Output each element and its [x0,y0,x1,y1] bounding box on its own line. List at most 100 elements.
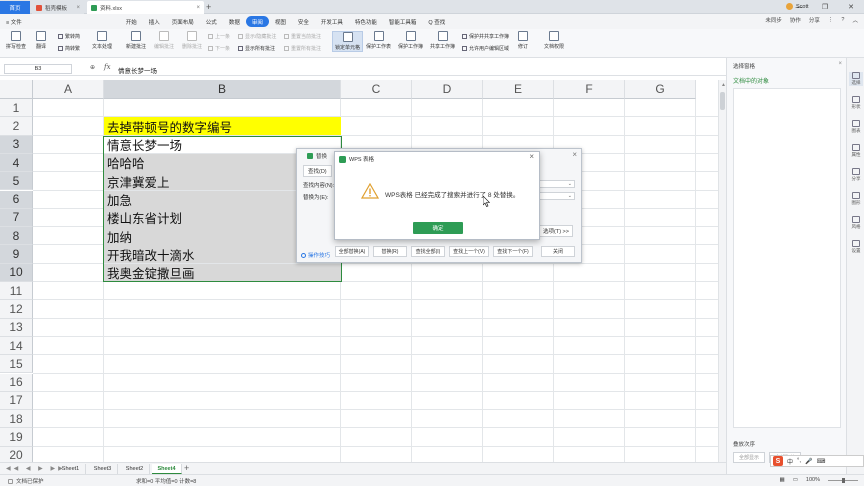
column-header-E[interactable]: E [483,80,554,99]
ime-keyboard-icon[interactable]: ⌨ [817,458,826,465]
find-prev-button[interactable]: 查找上一个(V) [449,246,489,257]
replace-button[interactable]: 替换(R) [373,246,407,257]
cell-B2[interactable]: 去掉带顿号的数字编号 [104,117,341,136]
menu-item-6[interactable]: 视图 [269,16,292,27]
tab-find[interactable]: 查找(D) [303,165,332,177]
menu-file[interactable]: ≡ 文件 [0,16,28,27]
menu-item-11[interactable]: Q 查找 [422,16,451,27]
select-all-corner[interactable] [0,80,33,99]
protect-share-button[interactable]: 保护并共享工作簿 [462,33,509,40]
prev-comment-button[interactable]: 上一条 [208,33,230,40]
zoom-level[interactable]: 100% [806,477,820,483]
column-header-G[interactable]: G [625,80,696,99]
normal-view-icon[interactable]: ▦ [780,477,785,483]
sidebar-item-4[interactable]: 分享 [849,168,863,182]
menu-item-3[interactable]: 公式 [200,16,223,27]
protect-sheet-button[interactable]: 保护工作表 [366,31,391,50]
close-window-button[interactable]: ✕ [838,0,864,14]
page-view-icon[interactable]: ▭ [793,477,798,483]
ime-toolbar[interactable]: S 中 °, 🎤 ⌨ [770,455,864,467]
ime-punct-icon[interactable]: °, [797,458,801,464]
find-next-button[interactable]: 查找下一个(F) [493,246,533,257]
row-header-16[interactable]: 16 [0,373,33,392]
delete-comment-button[interactable]: 删除批注 [182,31,202,50]
menu-item-5[interactable]: 审阅 [245,16,269,27]
column-header-B[interactable]: B [104,80,341,99]
maximize-button[interactable]: ❐ [812,0,838,14]
menu-item-2[interactable]: 页面布局 [166,16,200,27]
close-button[interactable]: 关闭 [541,246,575,257]
help-icon[interactable]: ? [841,17,844,23]
column-header-D[interactable]: D [412,80,483,99]
sidebar-item-7[interactable]: 设置 [849,240,863,254]
row-header-12[interactable]: 12 [0,300,33,319]
tab-home[interactable]: 首页 [0,1,30,14]
close-icon[interactable]: × [76,5,80,11]
row-header-3[interactable]: 3 [0,135,33,154]
protect-book-button[interactable]: 保护工作簿 [398,31,423,50]
vertical-scrollbar[interactable]: ▲ [718,80,726,462]
column-header-A[interactable]: A [33,80,104,99]
tips-link[interactable]: 操作技巧 [308,251,330,259]
menu-item-7[interactable]: 安全 [292,16,315,27]
show-all-comments-button[interactable]: 显示所有批注 [238,45,275,52]
row-header-19[interactable]: 19 [0,428,33,447]
text-process-button[interactable]: 文本处理 [92,31,112,50]
edit-comment-button[interactable]: 编辑批注 [154,31,174,50]
doc-permission-button[interactable]: 文档权限 [544,31,564,50]
next-comment-button[interactable]: 下一条 [208,45,230,52]
add-sheet-button[interactable]: + [184,463,189,473]
row-header-11[interactable]: 11 [0,282,33,301]
minimize-button[interactable]: — [786,0,812,14]
row-header-6[interactable]: 6 [0,190,33,209]
t2s-button[interactable]: 简转繁 [58,45,80,52]
translate-button[interactable]: 翻译 [36,31,46,50]
spreadsheet-grid[interactable]: A B C D E F G 1 2 3 4 5 6 7 8 9 10 11 12 13 14 15 16 17 18 19 20 去掉… [0,80,718,465]
reset-all-comments-button[interactable]: 重置所有批注 [284,45,321,52]
collapse-icon[interactable]: ︿ [852,16,858,24]
allow-edit-range-button[interactable]: 允许用户编辑区域 [462,45,509,52]
track-changes-button[interactable]: 修订 [518,31,528,50]
new-comment-button[interactable]: 新建批注 [126,31,146,50]
show-hide-comment-button[interactable]: 显示/隐藏批注 [238,33,276,40]
close-icon[interactable]: × [838,61,842,67]
sidebar-item-3[interactable]: 属性 [849,144,863,158]
new-tab-button[interactable]: + [206,2,211,12]
options-button[interactable]: 选项(T) >> [539,225,573,237]
row-header-2[interactable]: 2 [0,117,33,136]
menu-item-1[interactable]: 插入 [143,16,166,27]
ok-button[interactable]: 确定 [413,222,463,234]
row-header-15[interactable]: 15 [0,355,33,374]
row-header-14[interactable]: 14 [0,336,33,356]
sidebar-item-6[interactable]: 风格 [849,216,863,230]
replace-all-button[interactable]: 全部替换(A) [335,246,369,257]
spell-check-button[interactable]: 拼写检查 [6,31,26,50]
menu-item-8[interactable]: 开发工具 [315,16,349,27]
coop-button[interactable]: 协作 [790,16,801,24]
menu-item-10[interactable]: 智能工具箱 [383,16,423,27]
sidebar-item-2[interactable]: 图表 [849,120,863,134]
formula-input[interactable]: 情意长梦一场 [118,65,157,75]
sheet-tab-sheet4[interactable]: Sheet4 [152,464,182,474]
sidebar-item-5[interactable]: 图形 [849,192,863,206]
s2t-button[interactable]: 繁转简 [58,33,80,40]
sheet-tab-sheet3[interactable]: Sheet3 [88,464,118,474]
row-header-17[interactable]: 17 [0,391,33,411]
share-button[interactable]: 分享 [809,16,820,24]
fx-icon[interactable]: fx [104,63,111,71]
tab-template[interactable]: 稻壳模板 × [32,1,84,14]
ime-mic-icon[interactable]: 🎤 [805,458,812,465]
column-header-F[interactable]: F [554,80,625,99]
row-header-8[interactable]: 8 [0,227,33,246]
ime-mode[interactable]: 中 [787,457,793,466]
row-header-1[interactable]: 1 [0,99,33,118]
more-icon[interactable]: ⋮ [828,17,834,23]
menu-item-9[interactable]: 特色功能 [349,16,383,27]
row-header-5[interactable]: 5 [0,172,33,191]
sidebar-item-0[interactable]: 选择 [849,72,863,86]
row-header-10[interactable]: 10 [0,263,33,282]
sheet-tab-sheet2[interactable]: Sheet2 [120,464,150,474]
menu-item-4[interactable]: 数据 [223,16,246,27]
column-header-C[interactable]: C [341,80,412,99]
sidebar-item-1[interactable]: 形状 [849,96,863,110]
